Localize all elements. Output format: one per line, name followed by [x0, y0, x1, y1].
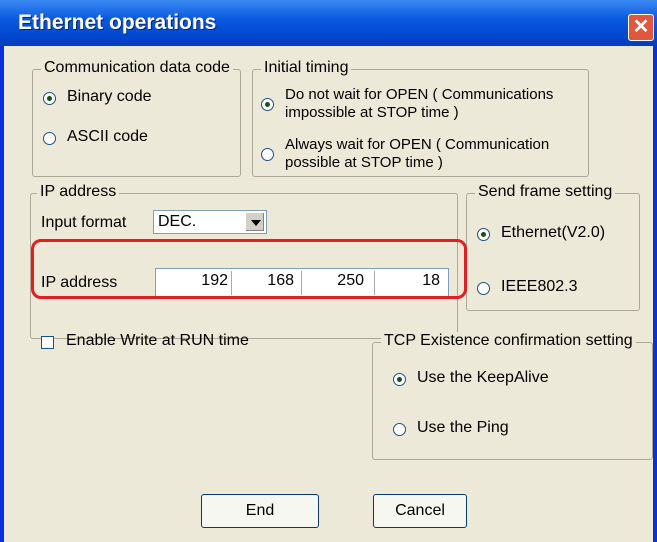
no-wait-open-line1[interactable]: Do not wait for OPEN ( Communications [285, 86, 553, 103]
ethernet-v2-radio[interactable] [477, 228, 490, 241]
end-button[interactable]: End [201, 494, 319, 528]
binary-code-radio[interactable] [43, 92, 56, 105]
initial-timing-group: Initial timing Do not wait for OPEN ( Co… [252, 59, 589, 177]
send-frame-legend: Send frame setting [475, 183, 616, 201]
send-frame-group: Send frame setting Ethernet(V2.0) IEEE80… [466, 183, 640, 311]
close-icon[interactable]: ✕ [628, 14, 654, 41]
ieee8023-radio[interactable] [477, 282, 490, 295]
enable-write-checkbox[interactable] [41, 336, 54, 349]
no-wait-open-radio[interactable] [261, 98, 274, 111]
no-wait-open-line2[interactable]: impossible at STOP time ) [285, 104, 459, 121]
ip-address-highlight [31, 239, 467, 299]
ip-address-legend: IP address [37, 183, 120, 201]
ascii-code-label[interactable]: ASCII code [67, 128, 148, 146]
always-wait-open-line1[interactable]: Always wait for OPEN ( Communication [285, 136, 549, 153]
binary-code-label[interactable]: Binary code [67, 88, 152, 106]
chevron-down-icon[interactable] [245, 212, 265, 232]
always-wait-open-line2[interactable]: possible at STOP time ) [285, 154, 443, 171]
input-format-select[interactable]: DEC. [153, 210, 267, 234]
ping-label[interactable]: Use the Ping [417, 419, 509, 437]
comm-code-group: Communication data code Binary code ASCI… [32, 59, 241, 177]
dialog-body: Communication data code Binary code ASCI… [4, 46, 653, 542]
input-format-label: Input format [41, 214, 127, 231]
ping-radio[interactable] [393, 423, 406, 436]
cancel-button[interactable]: Cancel [373, 494, 467, 528]
ascii-code-radio[interactable] [43, 132, 56, 145]
initial-timing-legend: Initial timing [261, 59, 352, 77]
title-bar[interactable]: Ethernet operations ✕ [0, 0, 657, 46]
always-wait-open-radio[interactable] [261, 148, 274, 161]
window-title: Ethernet operations [18, 11, 217, 34]
keepalive-radio[interactable] [393, 373, 406, 386]
input-format-value: DEC. [158, 213, 197, 230]
keepalive-label[interactable]: Use the KeepAlive [417, 369, 549, 387]
ethernet-v2-label[interactable]: Ethernet(V2.0) [501, 224, 605, 242]
dialog-window: Ethernet operations ✕ Communication data… [0, 0, 657, 542]
comm-code-legend: Communication data code [41, 59, 233, 77]
ieee8023-label[interactable]: IEEE802.3 [501, 278, 578, 296]
tcp-existence-legend: TCP Existence confirmation setting [381, 332, 636, 350]
enable-write-label[interactable]: Enable Write at RUN time [66, 332, 249, 350]
tcp-existence-group: TCP Existence confirmation setting Use t… [372, 332, 653, 460]
